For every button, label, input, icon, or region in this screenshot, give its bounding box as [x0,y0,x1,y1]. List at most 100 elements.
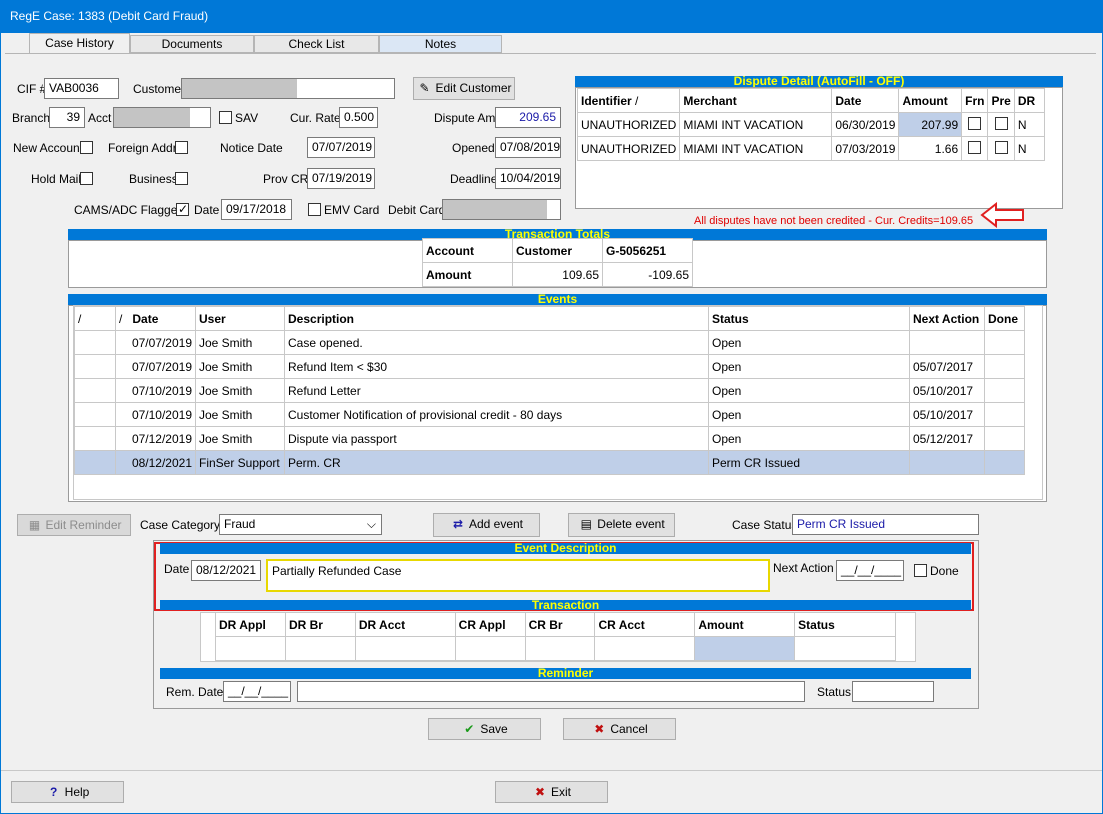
reminder-status-label: Status [817,685,852,699]
rem-date-field[interactable]: __/__/____ [223,681,291,702]
col-done[interactable]: Done [984,306,1025,331]
cif-label: CIF # [17,82,47,96]
acct-field[interactable] [113,107,211,128]
col-amount[interactable]: Amount [898,88,963,113]
credit-warning: All disputes have not been credited - Cu… [694,215,974,227]
event-date-field[interactable]: 08/12/2021 [191,560,261,581]
case-status-label: Case Status [732,518,798,532]
dispute-amt-label: Dispute Amt [434,111,499,125]
sav-checkbox[interactable] [219,111,232,124]
done-label: Done [930,564,959,578]
reminder-text-field[interactable] [297,681,805,702]
hold-mail-label: Hold Mail [31,172,82,186]
event-row[interactable]: 07/10/2019 Joe Smith Customer Notification… [74,402,1025,427]
dispute-row[interactable]: UNAUTHORIZED MIAMI INT VACATION 07/03/20… [576,136,1046,161]
branch-field[interactable]: 39 [49,107,85,128]
dispute-row[interactable]: UNAUTHORIZED MIAMI INT VACATION 06/30/20… [576,112,1046,137]
reminder-status-field[interactable] [852,681,934,702]
edit-customer-button[interactable]: ✎ Edit Customer [413,77,515,100]
foreign-addr-checkbox[interactable] [175,141,188,154]
delete-event-button[interactable]: ▤ Delete event [568,513,675,537]
case-status-field[interactable]: Perm CR Issued [792,514,979,535]
edit-reminder-button[interactable]: ▦ Edit Reminder [17,514,131,536]
customer-label: Customer [133,82,186,96]
new-account-label: New Account [13,141,84,155]
notice-date-label: Notice Date [220,141,283,155]
event-row[interactable]: 07/12/2019 Joe Smith Dispute via passport O… [74,426,1025,451]
col-next-action[interactable]: Next Action [909,306,985,331]
frn-checkbox[interactable] [968,116,982,130]
opened-field[interactable]: 07/08/2019 [495,137,561,158]
case-category-label: Case Category [140,518,221,532]
tab-check-list[interactable]: Check List [254,35,379,53]
checkmark-icon: ✔ [464,722,475,736]
person-edit-icon: ✎ [419,81,430,95]
help-button[interactable]: ? Help [11,781,124,803]
transaction-row[interactable] [215,636,896,661]
pre-checkbox[interactable] [994,140,1008,154]
cur-rate-field[interactable]: 0.500 [339,107,378,128]
debit-card-label: Debit Card [388,203,446,217]
rem-date-label: Rem. Date [166,685,224,699]
next-action-field[interactable]: __/__/____ [836,560,904,581]
close-icon: ✖ [594,722,605,736]
add-event-button[interactable]: ⇄ Add event [433,513,540,537]
cancel-button[interactable]: ✖ Cancel [563,718,676,740]
col-date[interactable]: / Date [115,306,196,331]
cif-field[interactable]: VAB0036 [44,78,119,99]
col-pre[interactable]: Pre [987,88,1015,113]
col-status[interactable]: Status [708,306,910,331]
new-account-checkbox[interactable] [80,141,93,154]
debit-card-field[interactable] [442,199,561,220]
exit-button[interactable]: ✖ Exit [495,781,608,803]
dispute-detail-panel: Identifier / Merchant Date Amount Frn Pr… [575,87,1063,209]
events-header: Events [68,294,1047,305]
col-merchant[interactable]: Merchant [679,88,833,113]
deadline-label: Deadline [450,172,498,186]
col-user[interactable]: User [195,306,285,331]
tab-notes[interactable]: Notes [379,35,502,53]
col-identifier[interactable]: Identifier / [576,88,681,113]
col-description[interactable]: Description [284,306,709,331]
event-row[interactable]: 07/07/2019 Joe Smith Refund Item < $30 Open… [74,354,1025,379]
sav-label: SAV [235,111,259,125]
business-checkbox[interactable] [175,172,188,185]
event-description-header: Event Description [160,543,971,554]
prov-cr-label: Prov CR [263,172,309,186]
done-checkbox[interactable] [914,564,927,577]
bottom-divider [1,770,1102,771]
tab-documents[interactable]: Documents [130,35,254,53]
case-category-select[interactable]: Fraud ⌵ [219,514,382,535]
frn-checkbox[interactable] [968,140,982,154]
event-row[interactable]: 07/07/2019 Joe Smith Case opened. Open [74,330,1025,355]
deadline-field[interactable]: 10/04/2019 [495,168,561,189]
event-row[interactable]: 07/10/2019 Joe Smith Refund Letter Open 05/1… [74,378,1025,403]
event-description-input[interactable]: Partially Refunded Case [266,559,770,592]
tab-case-history[interactable]: Case History [29,33,130,53]
next-action-label: Next Action [773,561,834,575]
notice-date-field[interactable]: 07/07/2019 [307,137,375,158]
event-row-selected[interactable]: 08/12/2021 FinSer Support Perm. CR Perm CR … [74,450,1025,475]
reminder-icon: ▦ [28,518,41,532]
emv-checkbox[interactable] [308,203,321,216]
cams-date-field[interactable]: 09/17/2018 [221,199,292,220]
customer-field[interactable] [181,78,395,99]
pre-checkbox[interactable] [994,116,1008,130]
col-frn[interactable]: Frn [961,88,989,113]
dispute-amt-field[interactable]: 209.65 [495,107,561,128]
business-label: Business [129,172,178,186]
col-date[interactable]: Date [831,88,900,113]
prov-cr-field[interactable]: 07/19/2019 [307,168,375,189]
col-sort-1[interactable]: / [74,306,116,331]
transaction-header: Transaction [160,600,971,610]
hold-mail-checkbox[interactable] [80,172,93,185]
col-dr[interactable]: DR [1013,88,1046,113]
chevron-down-icon: ⌵ [366,517,376,531]
cams-checkbox[interactable] [176,203,189,216]
branch-label: Branch [12,111,51,125]
add-event-icon: ⇄ [452,517,463,531]
emv-label: EMV Card [324,203,380,217]
save-button[interactable]: ✔ Save [428,718,541,740]
reminder-header: Reminder [160,668,971,679]
dispute-detail-header: Dispute Detail (AutoFill - OFF) [575,76,1063,87]
